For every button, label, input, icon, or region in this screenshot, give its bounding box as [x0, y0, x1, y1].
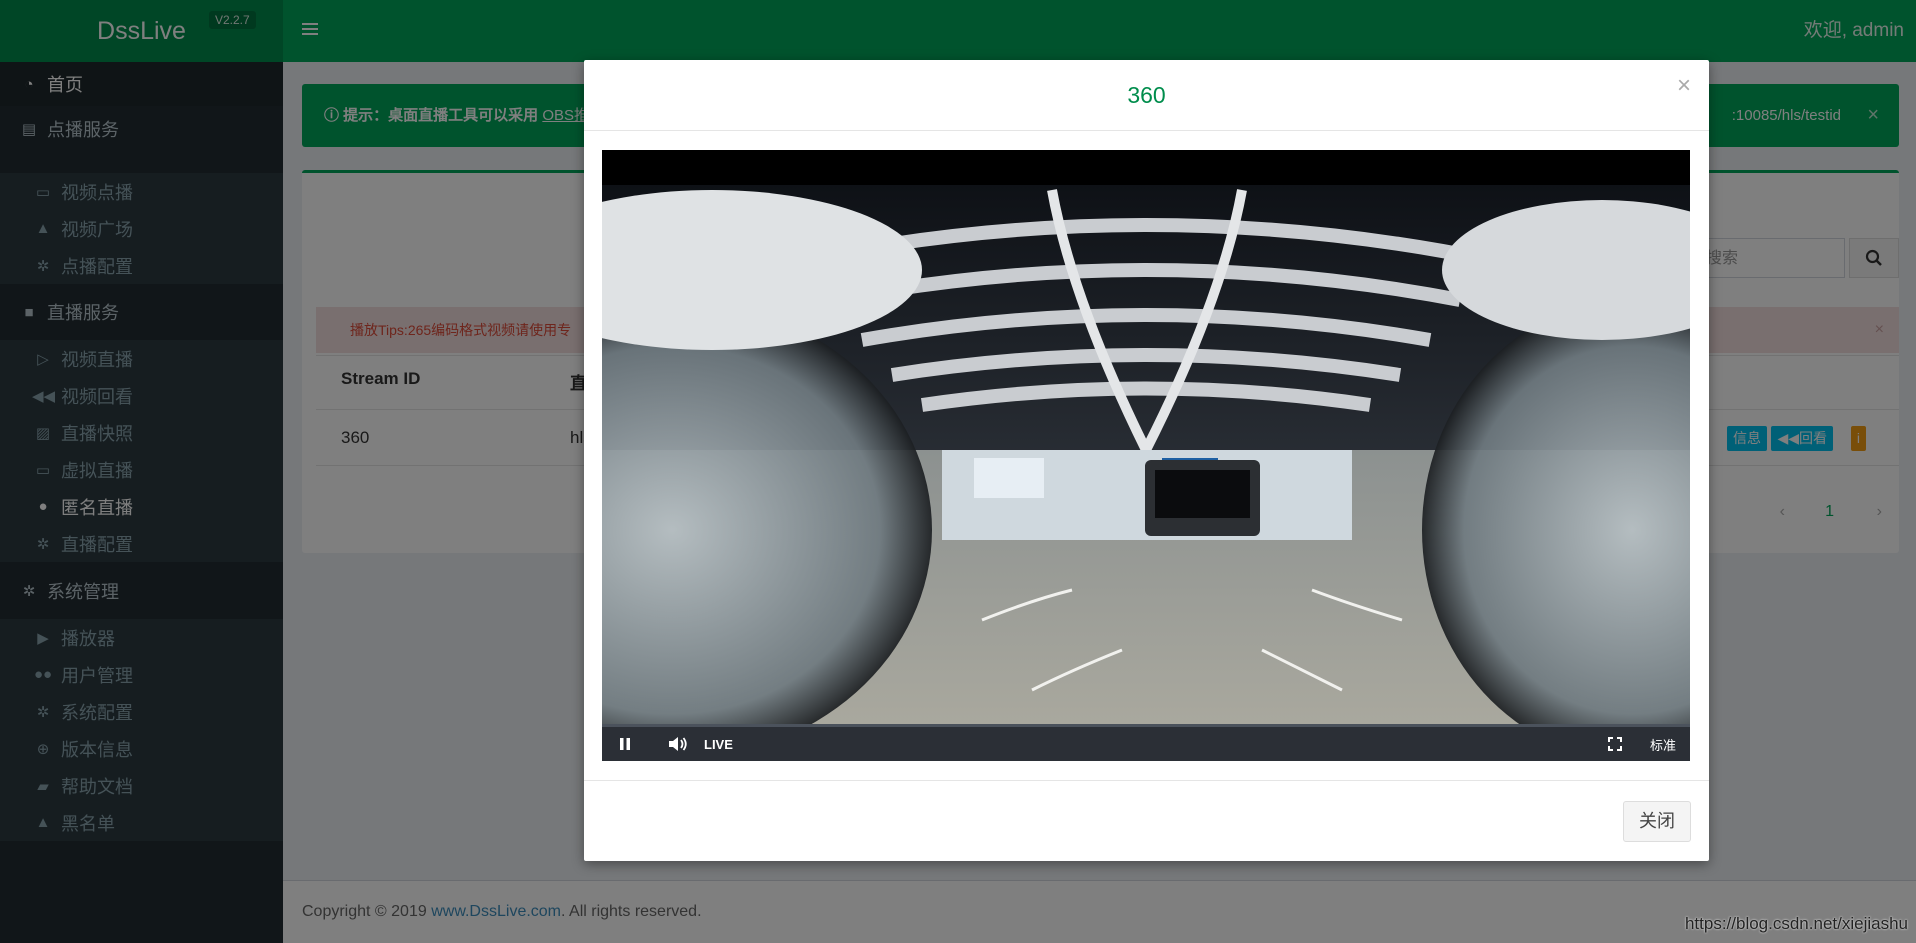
close-icon[interactable]: × [1677, 74, 1691, 98]
panorama-video-frame[interactable] [602, 150, 1690, 724]
modal-title: 360 [1127, 82, 1166, 108]
fullscreen-icon [1608, 737, 1622, 751]
volume-button[interactable] [668, 727, 688, 761]
pause-icon [620, 738, 630, 750]
player-controls: LIVE 标准 [602, 724, 1690, 761]
player-modal: 360 × LIVE 标准 关闭 [584, 60, 1709, 861]
fullscreen-button[interactable] [1608, 727, 1622, 761]
close-button[interactable]: 关闭 [1623, 801, 1691, 842]
live-indicator: LIVE [704, 736, 733, 752]
volume-icon [669, 737, 687, 751]
progress-bar[interactable] [602, 724, 1690, 727]
watermark: https://blog.csdn.net/xiejiashu [1684, 914, 1908, 933]
pause-button[interactable] [618, 727, 632, 761]
video-player[interactable]: LIVE 标准 [602, 150, 1690, 761]
quality-selector[interactable]: 标准 [1650, 727, 1676, 761]
